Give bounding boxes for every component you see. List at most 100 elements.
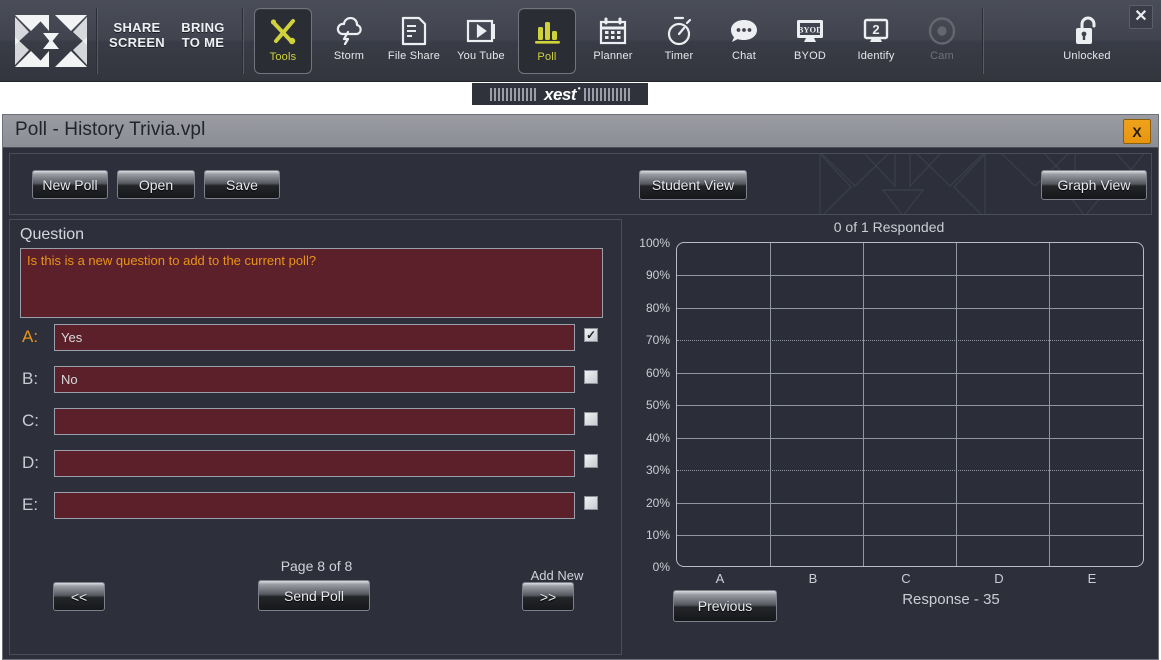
toolbar-item-planner[interactable]: Planner: [584, 8, 642, 74]
question-label: Question: [20, 226, 85, 243]
toolbar-label-youtube: You Tube: [457, 50, 505, 62]
send-poll-button[interactable]: Send Poll: [258, 580, 370, 611]
monitor-byod-icon: BYOD: [795, 13, 825, 49]
ytick-0: 0%: [652, 560, 670, 574]
tools-wrench-screwdriver-icon: [268, 14, 298, 50]
answer-key-b: B:: [22, 369, 39, 388]
toolbar-label-chat: Chat: [731, 50, 757, 62]
next-page-button[interactable]: >>: [522, 582, 574, 611]
ytick-90: 90%: [645, 268, 670, 282]
save-button[interactable]: Save: [204, 170, 280, 199]
svg-text:2: 2: [872, 22, 879, 37]
answer-input-e[interactable]: [54, 492, 575, 519]
graph-view-button[interactable]: Graph View: [1041, 170, 1147, 200]
toolbar-label-poll: Poll: [537, 51, 557, 63]
ytick-30: 30%: [645, 463, 670, 477]
badge-trademark: •: [577, 83, 581, 93]
toolbar-item-chat[interactable]: Chat: [715, 8, 773, 74]
ytick-10: 10%: [645, 528, 670, 542]
toolbar-item-timer[interactable]: Timer: [650, 8, 708, 74]
open-button[interactable]: Open: [117, 170, 195, 199]
answer-key-c: C:: [22, 411, 39, 430]
toolbar-item-identify[interactable]: 2 Identify: [847, 8, 905, 74]
toolbar-item-tools[interactable]: Tools: [254, 8, 312, 74]
ytick-50: 50%: [645, 398, 670, 412]
answer-key-a: A:: [22, 327, 39, 346]
answer-checkbox-a[interactable]: ✓: [584, 328, 598, 342]
badge-wordmark: xest •: [544, 84, 581, 103]
ytick-100: 100%: [639, 236, 670, 250]
share-screen-line2: SCREEN: [109, 35, 165, 50]
calendar-icon: [599, 13, 627, 49]
question-editor-panel: Question Is this is a new question to ad…: [9, 219, 622, 655]
close-icon[interactable]: X: [1123, 119, 1151, 144]
main-toolbar: SHARE SCREEN BRING TO ME Tools Storm Fil…: [0, 0, 1161, 82]
toolbar-item-cam[interactable]: Cam: [913, 8, 971, 74]
window-title-bar[interactable]: Poll - History Trivia.vpl X: [3, 115, 1158, 148]
ytick-60: 60%: [645, 366, 670, 380]
document-icon: [401, 13, 427, 49]
ytick-20: 20%: [645, 496, 670, 510]
response-note: Response - 35: [902, 591, 1000, 608]
toolbar-divider-right: [982, 8, 984, 74]
xtick-b: B: [808, 571, 818, 586]
toolbar-close-icon[interactable]: ✕: [1129, 5, 1153, 29]
poll-application: SHARE SCREEN BRING TO ME Tools Storm Fil…: [0, 0, 1161, 660]
xtick-c: C: [901, 571, 911, 586]
toolbar-item-byod[interactable]: BYOD BYOD: [781, 8, 839, 74]
badge-bars-left: [489, 87, 536, 101]
toolbar-divider-mid: [242, 8, 244, 74]
answer-checkbox-b[interactable]: ✓: [584, 370, 598, 384]
share-screen-button[interactable]: SHARE SCREEN: [108, 20, 166, 50]
answer-input-b[interactable]: No: [54, 366, 575, 393]
answer-key-e: E:: [22, 495, 39, 514]
stopwatch-icon: [665, 13, 693, 49]
answer-checkbox-e[interactable]: ✓: [584, 496, 598, 510]
monitor-number-2-icon: 2: [861, 13, 891, 49]
xest-x-logo-icon: [8, 4, 94, 78]
answer-input-a[interactable]: Yes: [54, 324, 575, 351]
bring-to-me-line1: BRING: [181, 20, 225, 35]
toolbar-item-file-share[interactable]: File Share: [385, 8, 443, 74]
toolbar-label-byod: BYOD: [794, 50, 826, 62]
answer-row-a: A: Yes ✓: [10, 324, 623, 354]
add-new-label: Add New: [530, 568, 584, 583]
toolbar-label-cam: Cam: [930, 50, 954, 62]
answer-checkbox-d[interactable]: ✓: [584, 454, 598, 468]
video-play-icon: [466, 13, 496, 49]
toolbar-label-file-share: File Share: [387, 50, 441, 62]
toolbar-label-identify: Identify: [857, 50, 895, 62]
answer-row-b: B: No ✓: [10, 366, 623, 396]
xtick-a: A: [715, 571, 725, 586]
toolbar-item-youtube[interactable]: You Tube: [452, 8, 510, 74]
open-padlock-icon: [1074, 13, 1100, 49]
poll-window: Poll - History Trivia.vpl X New Poll Ope…: [2, 114, 1159, 660]
toolbar-label-storm: Storm: [333, 50, 365, 62]
chart-title: 0 of 1 Responded: [833, 219, 945, 235]
toolbar-label-timer: Timer: [664, 50, 694, 62]
toolbar-item-unlocked[interactable]: Unlocked: [1056, 8, 1118, 74]
camera-lens-icon: [927, 13, 957, 49]
answer-row-d: D: ✓: [10, 450, 623, 480]
xtick-d: D: [994, 571, 1004, 586]
new-poll-button[interactable]: New Poll: [32, 170, 108, 199]
question-input[interactable]: Is this is a new question to add to the …: [20, 248, 603, 318]
toolbar-item-poll[interactable]: Poll: [518, 8, 576, 74]
toolbar-label-planner: Planner: [593, 50, 633, 62]
cloud-lightning-icon: [334, 13, 364, 49]
results-panel: 0 of 1 Responded 100% 90% 80% 70% 60% 50…: [626, 219, 1152, 655]
answer-input-d[interactable]: [54, 450, 575, 477]
share-screen-line1: SHARE: [113, 20, 161, 35]
ytick-40: 40%: [645, 431, 670, 445]
bar-chart-icon: [532, 14, 562, 50]
previous-page-button[interactable]: <<: [53, 582, 105, 611]
answer-input-c[interactable]: [54, 408, 575, 435]
student-view-button[interactable]: Student View: [639, 170, 747, 200]
xtick-e: E: [1087, 571, 1097, 586]
response-chart-plot: [676, 242, 1144, 567]
answer-checkbox-c[interactable]: ✓: [584, 412, 598, 426]
bring-to-me-button[interactable]: BRING TO ME: [176, 20, 230, 50]
answer-row-c: C: ✓: [10, 408, 623, 438]
toolbar-item-storm[interactable]: Storm: [320, 8, 378, 74]
svg-text:BYOD: BYOD: [798, 25, 823, 35]
